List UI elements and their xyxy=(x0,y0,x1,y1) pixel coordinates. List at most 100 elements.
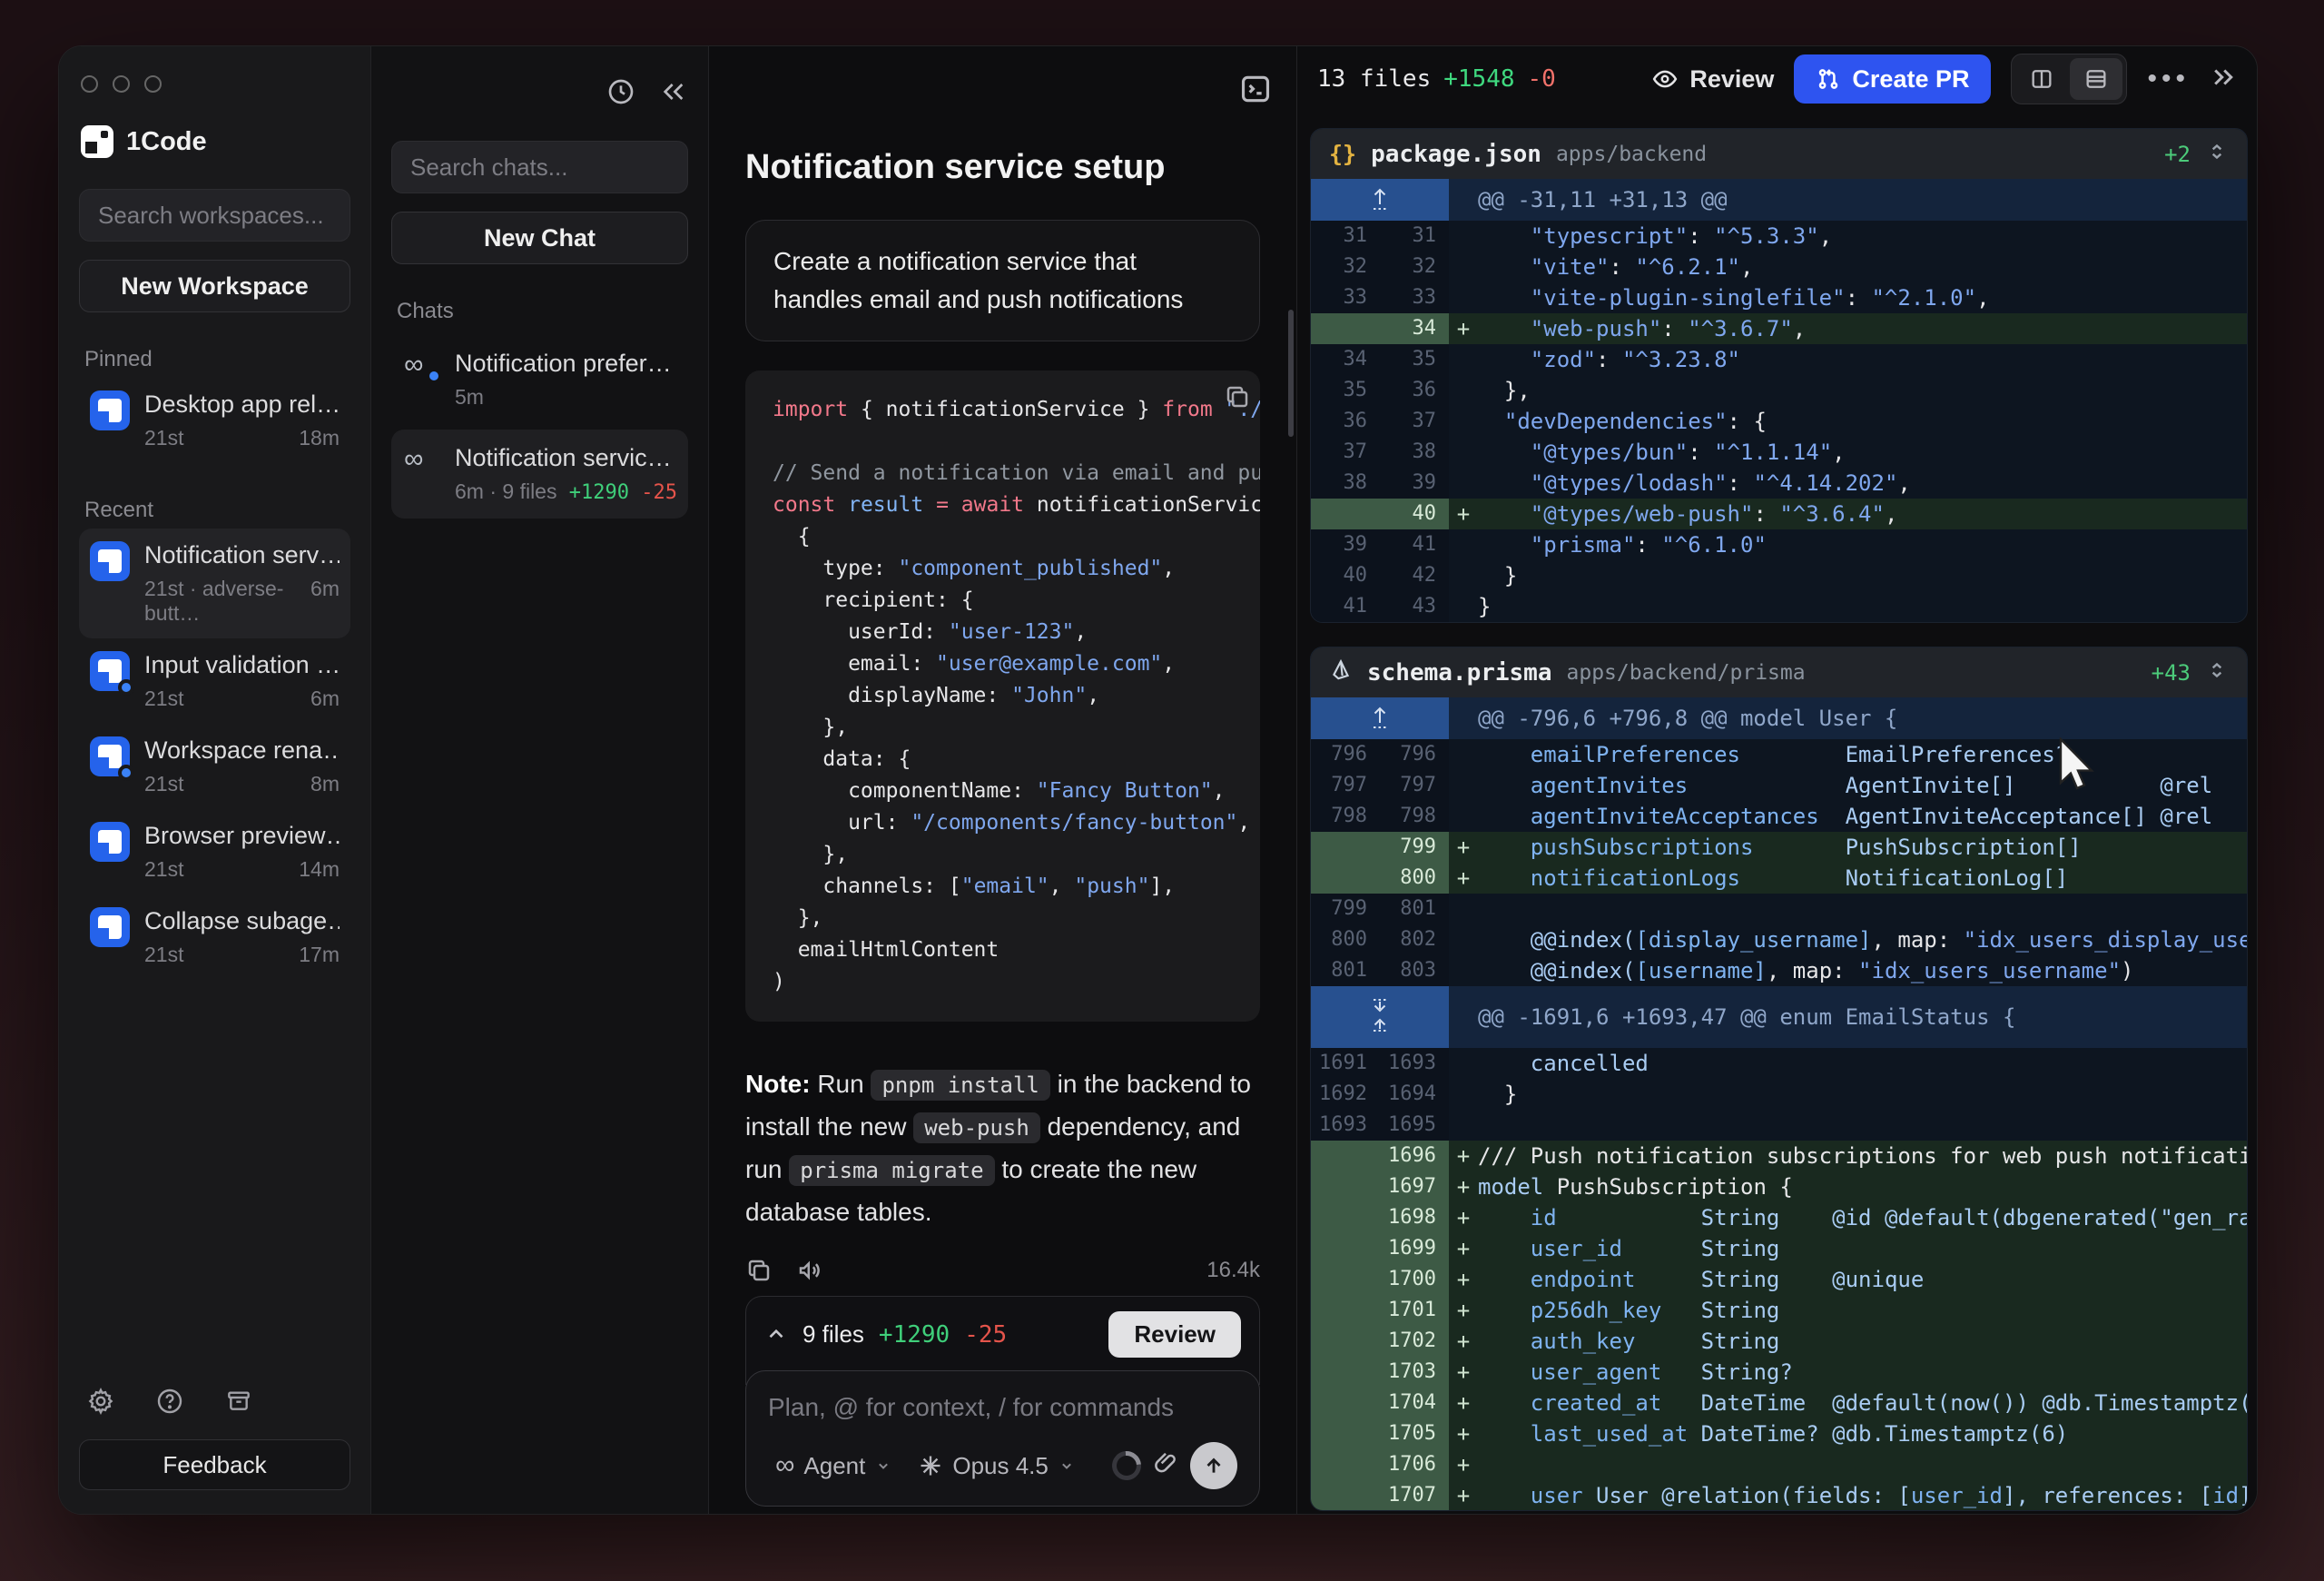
diff-sign xyxy=(1449,344,1478,375)
workspace-item-meta: 21st · adverse-butt…6m xyxy=(144,577,340,626)
split-view-toggle[interactable] xyxy=(2015,58,2068,100)
old-line-number: 31 xyxy=(1311,221,1380,252)
collapse-file-icon[interactable] xyxy=(2205,658,2229,687)
collapse-file-icon[interactable] xyxy=(2205,140,2229,168)
diff-code: "@types/web-push": "^3.6.4", xyxy=(1478,499,2247,529)
diff-row: 3941 "prisma": "^6.1.0" xyxy=(1311,529,2247,560)
workspace-search-input[interactable] xyxy=(79,189,350,242)
diff-file-card: schema.prismaapps/backend/prisma+43@@ -7… xyxy=(1310,647,2248,1511)
diff-row: 4143} xyxy=(1311,591,2247,622)
workspace-list-item[interactable]: Workspace rena…21st8m xyxy=(79,724,350,809)
diff-row: 1696+/// Push notification subscriptions… xyxy=(1311,1141,2247,1171)
chat-search-input[interactable] xyxy=(391,141,688,193)
review-button[interactable]: Review xyxy=(1651,65,1774,94)
hunk-sign-spacer xyxy=(1449,179,1478,221)
send-message-button[interactable] xyxy=(1190,1442,1237,1489)
code-line: displayName: "John", xyxy=(773,680,1260,712)
workspace-list-item[interactable]: Browser preview… 21st14m xyxy=(79,809,350,894)
read-aloud-icon[interactable] xyxy=(796,1257,823,1284)
workspace-list-item[interactable]: Desktop app rel…21st18m xyxy=(79,378,350,463)
diff-file-added-badge: +43 xyxy=(2152,660,2191,686)
chat-list-item[interactable]: ∞Notification prefer…5m xyxy=(391,335,688,424)
chat-infinity-icon: ∞ xyxy=(404,350,440,380)
old-line-number: 796 xyxy=(1311,739,1380,770)
code-line: ) xyxy=(773,966,1260,998)
new-chat-button[interactable]: New Chat xyxy=(391,212,688,264)
workspace-item-body: Workspace rena…21st8m xyxy=(144,736,340,796)
diff-sign xyxy=(1449,437,1478,468)
copy-message-icon[interactable] xyxy=(745,1257,773,1284)
archive-icon[interactable] xyxy=(224,1387,253,1416)
lines-removed-label: -25 xyxy=(964,1321,1007,1349)
chat-scrollbar[interactable] xyxy=(1288,310,1294,437)
chat-item-body: Notification servic…6m · 9 files +1290 -… xyxy=(455,444,675,504)
new-line-number: 1704 xyxy=(1380,1388,1449,1418)
zoom-window-button[interactable] xyxy=(144,75,162,93)
feedback-button[interactable]: Feedback xyxy=(79,1439,350,1490)
review-changes-button[interactable]: Review xyxy=(1108,1311,1241,1358)
workspace-list-item[interactable]: Input validation …21st6m xyxy=(79,638,350,724)
collapse-diff-panel-icon[interactable] xyxy=(2210,64,2237,95)
settings-gear-icon[interactable] xyxy=(86,1387,115,1416)
expand-hunk-up-icon[interactable] xyxy=(1370,179,1390,221)
workspace-item-title: Browser preview… xyxy=(144,822,340,850)
close-window-button[interactable] xyxy=(81,75,98,93)
diff-row: 4042 } xyxy=(1311,560,2247,591)
new-workspace-button[interactable]: New Workspace xyxy=(79,260,350,312)
new-line-number: 1701 xyxy=(1380,1295,1449,1326)
diff-row: 1700+ endpoint String @unique xyxy=(1311,1264,2247,1295)
workspace-list-item[interactable]: Collapse subage…21st17m xyxy=(79,894,350,980)
model-dropdown[interactable]: Opus 4.5 xyxy=(911,1447,1083,1486)
minimize-window-button[interactable] xyxy=(113,75,130,93)
chat-item-time: 5m xyxy=(455,385,484,409)
old-line-number xyxy=(1311,1295,1380,1326)
message-input[interactable] xyxy=(768,1393,1237,1422)
copy-code-icon[interactable] xyxy=(1224,383,1251,415)
collapse-panel-icon[interactable] xyxy=(659,77,688,106)
new-line-number: 36 xyxy=(1380,375,1449,406)
terminal-panel-icon[interactable] xyxy=(1238,72,1273,106)
agent-mode-dropdown[interactable]: ∞ Agent xyxy=(768,1447,900,1486)
diff-file-header[interactable]: {}package.jsonapps/backend+2 xyxy=(1311,129,2247,179)
token-count: 16.4k xyxy=(1206,1258,1260,1283)
diff-sign xyxy=(1449,406,1478,437)
diff-file-header[interactable]: schema.prismaapps/backend/prisma+43 xyxy=(1311,647,2247,697)
diff-row: 1698+ id String @id @default(dbgenerated… xyxy=(1311,1202,2247,1233)
files-count-label: 9 files xyxy=(803,1320,864,1349)
history-clock-icon[interactable] xyxy=(606,77,635,106)
old-line-number: 801 xyxy=(1311,955,1380,986)
workspace-list-item[interactable]: Notification serv…21st · adverse-butt…6m xyxy=(79,529,350,638)
expand-hunk-icon[interactable] xyxy=(1370,996,1390,1038)
diff-sign: + xyxy=(1449,1326,1478,1357)
window-controls xyxy=(81,75,349,93)
diff-code: @@index([username], map: "idx_users_user… xyxy=(1478,955,2247,986)
expand-hunk-up-icon[interactable] xyxy=(1370,697,1390,739)
create-pr-button[interactable]: Create PR xyxy=(1794,54,1991,104)
diff-code: pushSubscriptions PushSubscription[] xyxy=(1478,832,2247,863)
old-line-number: 38 xyxy=(1311,468,1380,499)
old-line-number: 799 xyxy=(1311,894,1380,924)
workspace-item-meta: 21st14m xyxy=(144,857,340,882)
diff-sign: + xyxy=(1449,313,1478,344)
split-columns-icon xyxy=(2029,66,2054,92)
diff-sign: + xyxy=(1449,1418,1478,1449)
diff-file-added-badge: +2 xyxy=(2164,142,2191,167)
eye-icon xyxy=(1651,65,1679,93)
diff-sign xyxy=(1449,1048,1478,1079)
new-line-number: 1705 xyxy=(1380,1418,1449,1449)
workspace-item-title: Desktop app rel… xyxy=(144,390,340,419)
diff-code: "zod": "^3.23.8" xyxy=(1478,344,2247,375)
attach-file-icon[interactable] xyxy=(1152,1450,1179,1482)
chats-panel: New Chat Chats ∞Notification prefer…5m∞N… xyxy=(371,46,709,1514)
workspace-item-time: 14m xyxy=(299,857,340,882)
diff-row: 40+ "@types/web-push": "^3.6.4", xyxy=(1311,499,2247,529)
unified-view-toggle[interactable] xyxy=(2070,58,2122,100)
chat-list-item[interactable]: ∞Notification servic…6m · 9 files +1290 … xyxy=(391,430,688,519)
help-icon[interactable] xyxy=(155,1387,184,1416)
composer: 9 files +1290 -25 Review ∞ Agent Opus 4.… xyxy=(745,1296,1260,1514)
chevron-up-icon[interactable] xyxy=(764,1323,788,1347)
workspace-item-time: 18m xyxy=(299,426,340,450)
diff-code: notificationLogs NotificationLog[] xyxy=(1478,863,2247,894)
diff-code xyxy=(1478,1449,2247,1480)
more-options-icon[interactable]: ••• xyxy=(2147,64,2190,94)
